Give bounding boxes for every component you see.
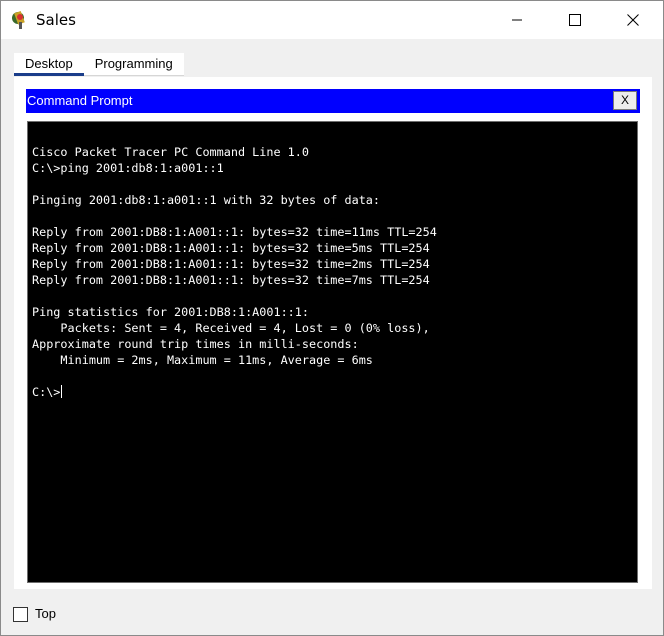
bottom-bar: Top	[1, 595, 663, 635]
minimize-button[interactable]	[494, 1, 540, 39]
terminal-line: Reply from 2001:DB8:1:A001::1: bytes=32 …	[32, 273, 430, 287]
command-prompt-header: Command Prompt X	[26, 89, 640, 113]
terminal-line: Pinging 2001:db8:1:a001::1 with 32 bytes…	[32, 193, 381, 207]
terminal-prompt-line[interactable]: C:\>	[32, 384, 637, 400]
tab-desktop[interactable]: Desktop	[14, 53, 84, 76]
terminal-prompt: C:\>	[32, 385, 61, 399]
text-cursor	[61, 385, 63, 398]
terminal-line: C:\>ping 2001:db8:1:a001::1	[32, 161, 224, 175]
terminal-line: Reply from 2001:DB8:1:A001::1: bytes=32 …	[32, 241, 430, 255]
window-content: Desktop Programming Command Prompt X Cis…	[1, 39, 663, 635]
terminal-line: Reply from 2001:DB8:1:A001::1: bytes=32 …	[32, 257, 430, 271]
terminal-line: Minimum = 2ms, Maximum = 11ms, Average =…	[32, 353, 373, 367]
terminal-line: Ping statistics for 2001:DB8:1:A001::1:	[32, 305, 309, 319]
title-bar[interactable]: Sales	[1, 1, 663, 39]
terminal-line: Reply from 2001:DB8:1:A001::1: bytes=32 …	[32, 225, 437, 239]
minimize-icon	[512, 19, 522, 21]
tab-bar: Desktop Programming	[14, 53, 184, 77]
command-prompt-title: Command Prompt	[27, 93, 133, 108]
desktop-panel: Command Prompt X Cisco Packet Tracer PC …	[14, 77, 652, 589]
maximize-icon	[569, 14, 581, 26]
terminal-line: Packets: Sent = 4, Received = 4, Lost = …	[32, 321, 430, 335]
packet-tracer-pc-icon	[11, 10, 31, 30]
maximize-button[interactable]	[552, 1, 598, 39]
terminal-output[interactable]: Cisco Packet Tracer PC Command Line 1.0 …	[27, 121, 638, 583]
app-window: Sales Desktop Programming Command Prompt	[0, 0, 664, 636]
window-title: Sales	[36, 11, 76, 29]
command-prompt-close-button[interactable]: X	[613, 91, 637, 110]
tab-programming[interactable]: Programming	[83, 53, 184, 76]
top-checkbox-label: Top	[35, 606, 56, 621]
close-icon	[627, 14, 639, 26]
top-checkbox[interactable]	[13, 607, 28, 622]
terminal-line: Approximate round trip times in milli-se…	[32, 337, 359, 351]
close-button[interactable]	[610, 1, 656, 39]
terminal-line: Cisco Packet Tracer PC Command Line 1.0	[32, 145, 309, 159]
